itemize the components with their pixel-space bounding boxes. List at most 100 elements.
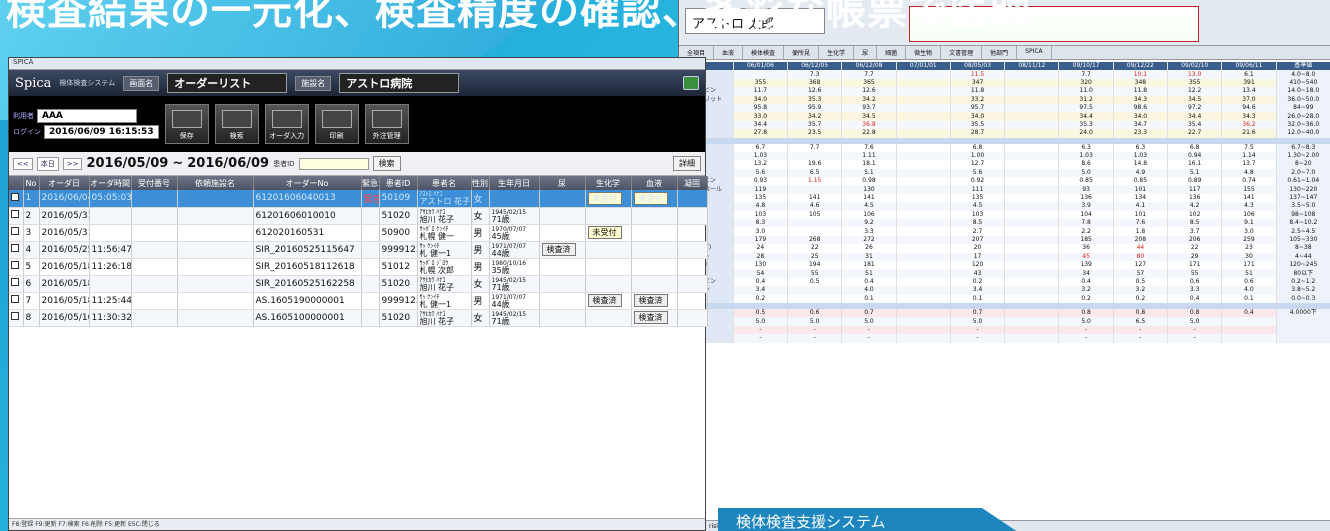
date-header[interactable]: 06/01/06 — [733, 62, 789, 71]
next-button[interactable]: >> — [62, 157, 83, 170]
blood-status[interactable]: 検査済 — [633, 311, 668, 324]
date-header[interactable]: 09/06/11 — [1221, 62, 1277, 71]
column-header[interactable]: 患者ID — [379, 176, 418, 190]
results-tab[interactable]: 微生物 — [906, 46, 942, 59]
toolbar-button[interactable]: オーダ入力 — [264, 104, 309, 144]
date-header[interactable]: 06/12/08 — [841, 62, 897, 71]
patient-name-block: ｻｯﾎﾟﾛ ｹﾝｲﾁ 札幌 健一 — [420, 226, 469, 241]
row-checkbox[interactable] — [11, 278, 19, 286]
row-checkbox[interactable] — [11, 192, 19, 201]
checkbox-cell[interactable] — [9, 241, 24, 259]
checkbox-cell[interactable] — [9, 275, 24, 293]
urine-status[interactable]: 検査済 — [541, 243, 576, 256]
results-tab[interactable]: 検体検査 — [743, 46, 785, 59]
table-row[interactable]: 4 2016/05/25 11:56:47 SIR_20160525115647 999… — [9, 241, 708, 259]
toolbar-button[interactable]: 保存 — [164, 104, 209, 144]
column-header[interactable]: No — [23, 176, 40, 190]
order-time — [89, 207, 132, 225]
row-checkbox[interactable] — [11, 261, 19, 269]
date-header[interactable]: 06/12/05 — [787, 62, 843, 71]
toolbar-button[interactable]: 外注管理 — [364, 104, 409, 144]
checkbox-cell[interactable] — [9, 258, 24, 276]
column-header[interactable]: 血液 — [631, 176, 678, 190]
reception-number — [131, 258, 178, 276]
patient-id: 51020 — [379, 309, 418, 327]
test-value — [896, 219, 951, 228]
chem-status[interactable]: 検査済 — [587, 294, 622, 307]
chem-status[interactable]: 未受付 — [587, 226, 622, 239]
checkbox-cell[interactable] — [9, 224, 24, 242]
table-row[interactable]: 6 2016/05/18 SIR_20160525162258 51020 ｱｻﾋｶﾜ … — [9, 275, 708, 293]
today-button[interactable]: 本日 — [36, 156, 59, 171]
column-header[interactable]: 凝固 — [677, 176, 708, 190]
column-header[interactable]: 緊急 — [361, 176, 380, 190]
column-header[interactable]: 受付番号 — [131, 176, 178, 190]
date-header[interactable]: 09/12/22 — [1113, 62, 1169, 71]
row-number: 1 — [23, 190, 40, 208]
date-header[interactable]: 08/11/12 — [1004, 62, 1060, 71]
date-header[interactable]: 基準値 — [1276, 62, 1330, 71]
checkbox-cell[interactable] — [9, 292, 24, 310]
results-tab[interactable]: 生化学 — [819, 46, 855, 59]
row-checkbox[interactable] — [11, 227, 19, 235]
test-value: 355 — [733, 78, 789, 88]
prev-button[interactable]: << — [13, 157, 33, 170]
blood-status[interactable]: 検査済 — [633, 294, 668, 307]
results-grid[interactable]: 06/01/06 06/12/05 06/12/08 07/01/01 08/05/03… — [679, 62, 1330, 520]
date-header[interactable]: 08/05/03 — [950, 62, 1006, 71]
toolbar-button[interactable]: 検索 — [214, 104, 259, 144]
table-row[interactable]: 3 2016/05/31 612020160531 50900 ｻｯﾎﾟﾛ ｹﾝｲﾁ 札幌… — [9, 224, 708, 242]
blood-status[interactable]: 未受付 — [633, 191, 668, 205]
results-tab[interactable]: 文書管理 — [941, 46, 983, 59]
results-tab[interactable]: SPICA — [1017, 46, 1052, 59]
table-row[interactable]: 7 2016/05/18 11:25:44 AS.1605190000001 99991… — [9, 292, 708, 310]
age-value: 44歳 — [491, 299, 510, 309]
toolbar-button[interactable]: 印刷 — [314, 104, 359, 144]
column-header[interactable]: オーダ時間 — [89, 176, 132, 190]
table-row[interactable]: 12016/06/0405:05:03 61201606040013緊急50109… — [9, 190, 708, 208]
results-tab[interactable]: 細菌 — [877, 46, 907, 59]
column-header[interactable] — [9, 176, 24, 190]
reference-range: 120~245 — [1276, 260, 1330, 270]
date-to[interactable]: 2016/06/09 — [187, 156, 269, 171]
reference-range — [1276, 334, 1330, 343]
column-header[interactable]: 尿 — [539, 176, 586, 190]
table-row[interactable]: 8 2016/05/10 11:30:32 AS.1605100000001 51020… — [9, 309, 708, 327]
column-header[interactable]: 生年月日 — [489, 176, 540, 190]
row-checkbox[interactable] — [11, 244, 19, 252]
checkbox-cell[interactable] — [9, 309, 24, 327]
exit-icon[interactable] — [683, 76, 699, 90]
table-row[interactable]: 5 2016/05/18 11:26:18 SIR_20160518112618 510… — [9, 258, 708, 276]
column-header[interactable]: 依頼施設名 — [177, 176, 254, 190]
date-header[interactable]: 09/10/17 — [1058, 62, 1114, 71]
orderlist-window: SPICA Spica 検体検査システム 画面名 オーダーリスト 施設名 アスト… — [8, 57, 708, 531]
date-header[interactable]: 07/01/01 — [896, 62, 951, 71]
patient-name: ｻｯﾎﾟﾛ ｹﾝｲﾁ 札幌 健一 — [417, 224, 472, 242]
row-checkbox[interactable] — [11, 312, 19, 320]
column-header[interactable]: 生化学 — [585, 176, 632, 190]
test-value: 0.6 — [1167, 277, 1223, 287]
search-button[interactable]: 検索 — [372, 156, 401, 171]
results-tab[interactable]: 他部門 — [982, 46, 1018, 59]
results-row: LD (LDH)130194181120139127171171120~245 — [679, 260, 1330, 270]
chem-status[interactable]: 未受付 — [587, 191, 622, 205]
row-checkbox[interactable] — [11, 210, 19, 218]
column-header[interactable]: 患者名 — [417, 176, 472, 190]
test-value: 11.0 — [1058, 87, 1114, 96]
date-from[interactable]: 2016/05/09 — [86, 156, 168, 171]
checkbox-cell[interactable] — [9, 207, 24, 225]
row-checkbox[interactable] — [11, 295, 19, 303]
column-header[interactable]: オーダーNo — [253, 176, 362, 190]
results-tab[interactable]: 便所見 — [784, 46, 820, 59]
results-tab[interactable]: 血液 — [714, 46, 744, 59]
checkbox-cell[interactable] — [9, 190, 24, 208]
column-header[interactable]: 性別 — [471, 176, 490, 190]
results-row: CRP0.20.10.10.20.20.40.10.0~0.3 — [679, 294, 1330, 303]
reception-number — [131, 241, 178, 259]
date-header[interactable]: 09/02/10 — [1167, 62, 1223, 71]
detail-button[interactable]: 詳細 — [673, 156, 701, 171]
column-header[interactable]: オーダ日 — [39, 176, 90, 190]
results-tab[interactable]: 尿 — [854, 46, 878, 59]
patient-id-input[interactable] — [298, 157, 369, 170]
table-row[interactable]: 2 2016/05/31 61201606010010 51020 ｱｻﾋｶﾜ ﾊﾅｺ旭… — [9, 207, 708, 225]
